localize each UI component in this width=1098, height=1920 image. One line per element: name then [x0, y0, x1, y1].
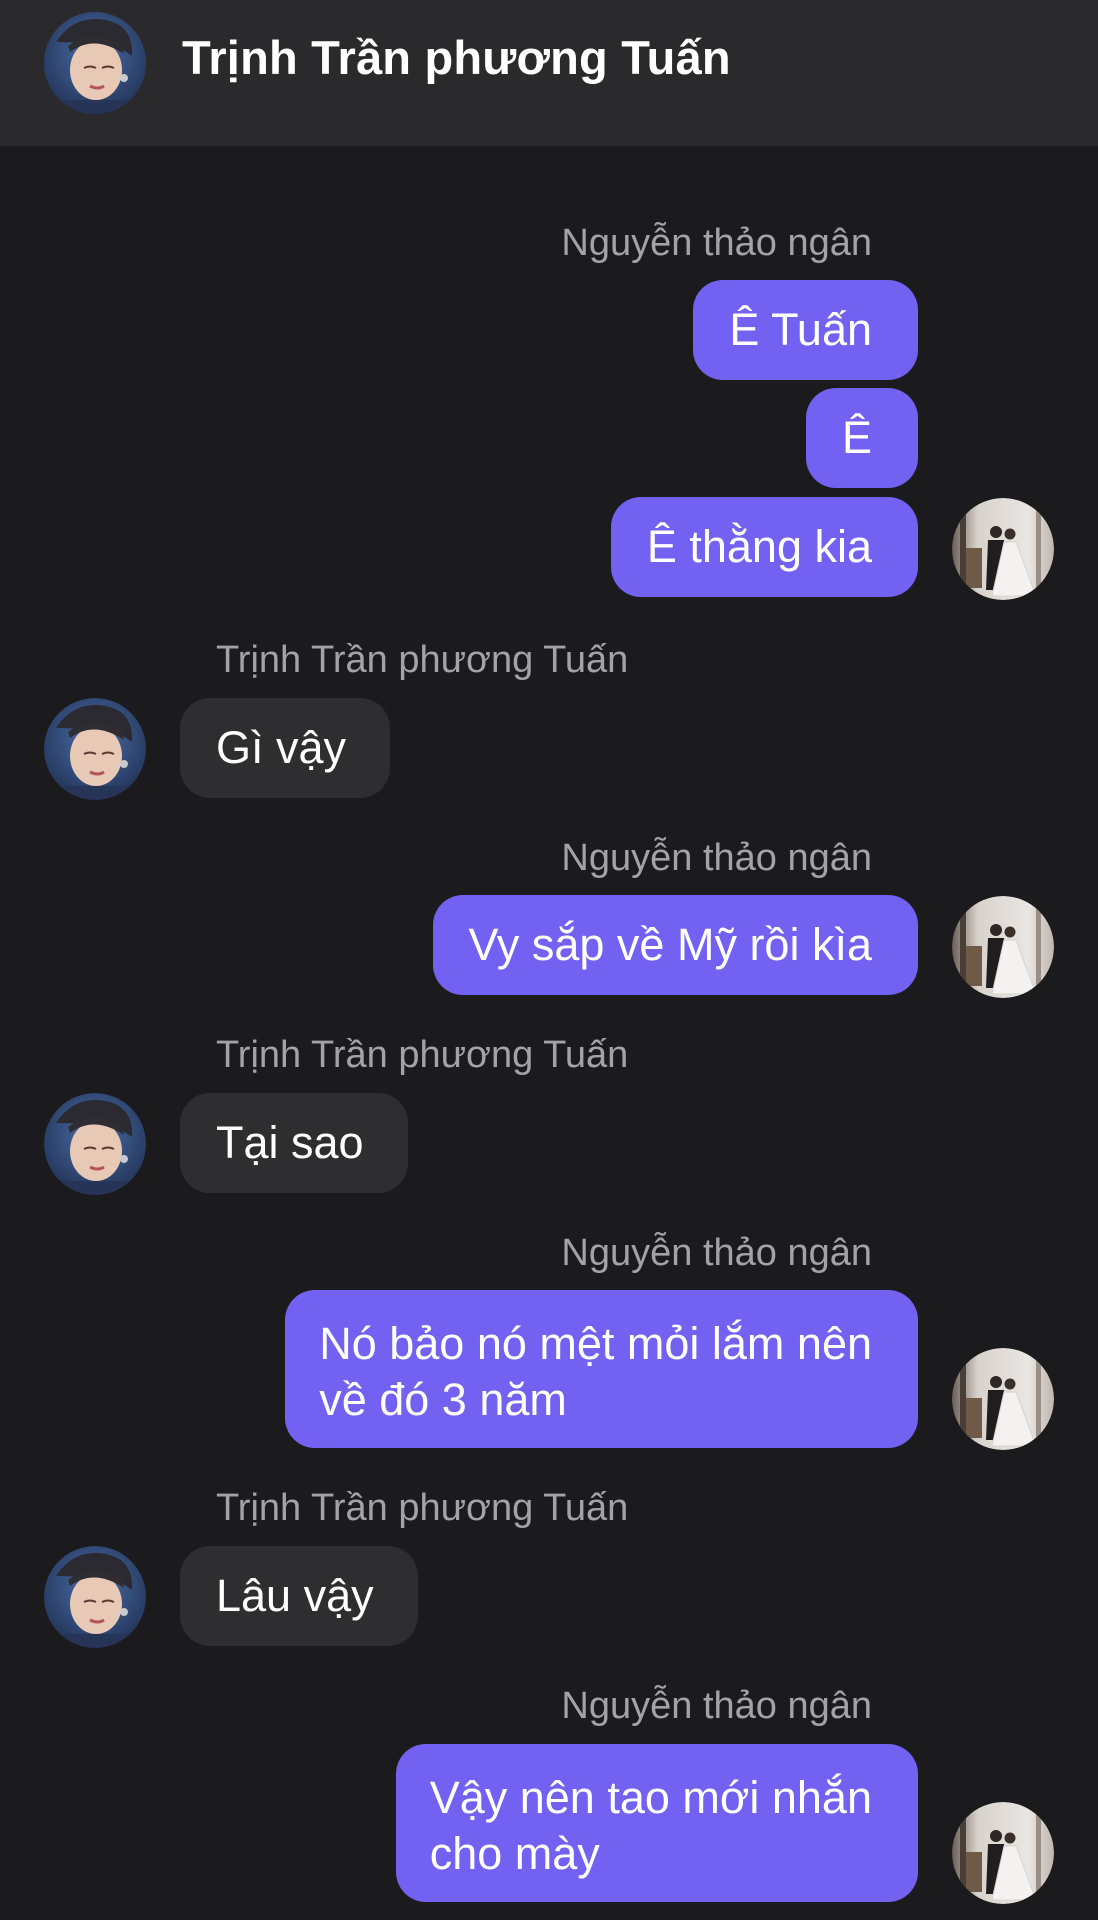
sender-name: Nguyễn thảo ngân — [561, 1232, 872, 1274]
my-avatar[interactable] — [952, 1802, 1054, 1904]
contact-avatar[interactable] — [44, 1093, 146, 1195]
message-bubble-outgoing[interactable]: Vậy nên tao mới nhắn cho mày — [395, 1744, 918, 1902]
my-avatar[interactable] — [952, 1348, 1054, 1450]
sender-name: Trịnh Trần phương Tuấn — [216, 1034, 629, 1076]
message-bubble-outgoing[interactable]: Ê — [805, 388, 918, 488]
sender-name: Nguyễn thảo ngân — [561, 222, 872, 264]
sender-name: Nguyễn thảo ngân — [561, 837, 872, 879]
sender-name: Nguyễn thảo ngân — [561, 1685, 872, 1727]
message-bubble-outgoing[interactable]: Ê thằng kia — [610, 497, 918, 597]
sender-name: Trịnh Trần phương Tuấn — [216, 1487, 629, 1529]
contact-avatar[interactable] — [44, 1546, 146, 1648]
message-bubble-incoming[interactable]: Gì vậy — [180, 698, 391, 798]
message-bubble-incoming[interactable]: Tại sao — [180, 1093, 408, 1193]
contact-avatar[interactable] — [44, 12, 146, 114]
sender-name: Trịnh Trần phương Tuấn — [216, 639, 629, 681]
my-avatar[interactable] — [952, 896, 1054, 998]
message-bubble-outgoing[interactable]: Vy sắp về Mỹ rồi kìa — [432, 895, 918, 995]
chat-header: Trịnh Trần phương Tuấn — [0, 0, 1098, 147]
message-bubble-outgoing[interactable]: Nó bảo nó mệt mỏi lắm nên về đó 3 năm — [285, 1290, 918, 1448]
chat-title[interactable]: Trịnh Trần phương Tuấn — [182, 30, 731, 85]
message-bubble-outgoing[interactable]: Ê Tuấn — [693, 280, 918, 380]
message-bubble-incoming[interactable]: Lâu vậy — [180, 1546, 418, 1646]
contact-avatar[interactable] — [44, 698, 146, 800]
my-avatar[interactable] — [952, 498, 1054, 600]
